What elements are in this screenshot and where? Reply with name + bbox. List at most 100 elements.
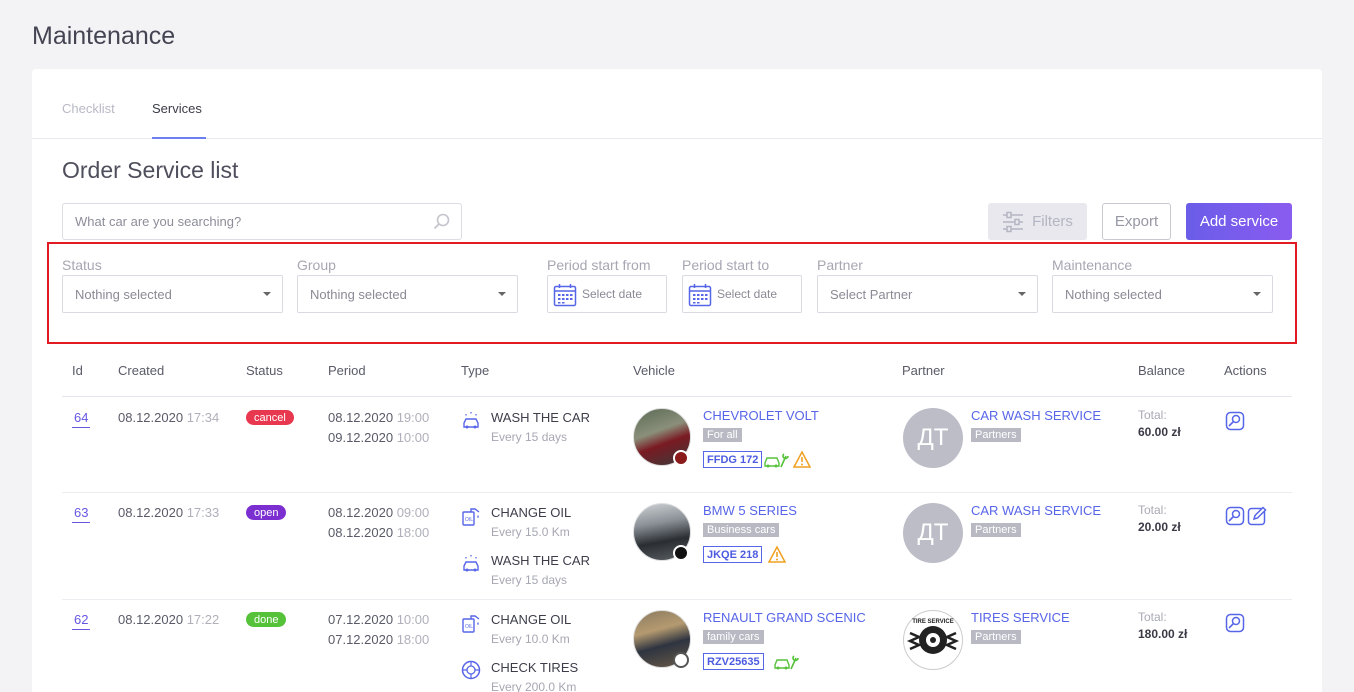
period-from-label: Period start from — [547, 257, 651, 273]
period-from-value: Select date — [582, 287, 643, 301]
oil-change-icon: OIL — [462, 615, 480, 633]
status-filter-select[interactable]: Nothing selected — [62, 275, 283, 313]
search-input[interactable] — [63, 204, 403, 239]
period-start-time: 09:00 — [396, 505, 430, 520]
vehicle-color-dot — [673, 652, 689, 668]
column-header-id[interactable]: Id — [72, 363, 83, 378]
order-id-link[interactable]: 63 — [72, 505, 91, 523]
partner-tag: Partners — [971, 523, 1021, 537]
partner-avatar: ДТ — [903, 408, 963, 468]
column-header-type[interactable]: Type — [461, 363, 489, 378]
main-card: Checklist Services Order Service list Fi… — [32, 69, 1322, 692]
search-box — [62, 203, 462, 240]
row-divider — [62, 599, 1292, 600]
period-start-time: 10:00 — [396, 612, 430, 627]
balance-label: Total: — [1138, 408, 1167, 422]
service-type-title: WASH THE CAR — [491, 410, 590, 425]
tab-checklist[interactable]: Checklist — [62, 101, 115, 116]
table-header-divider — [62, 396, 1292, 397]
group-filter-select[interactable]: Nothing selected — [297, 275, 518, 313]
period-to-label: Period start to — [682, 257, 770, 273]
edit-icon[interactable] — [1247, 506, 1267, 526]
export-button[interactable]: Export — [1102, 203, 1171, 240]
tire-icon — [461, 660, 481, 680]
period-start: 08.12.2020 19:00 — [328, 410, 429, 425]
partner-filter-select[interactable]: Select Partner — [817, 275, 1038, 313]
created-date: 08.12.2020 — [118, 505, 184, 520]
column-header-period[interactable]: Period — [328, 363, 366, 378]
car-wash-icon — [463, 555, 479, 572]
tab-services[interactable]: Services — [152, 101, 202, 116]
section-title: Order Service list — [62, 157, 239, 183]
period-end-time: 18:00 — [396, 632, 430, 647]
period-end-date: 07.12.2020 — [328, 632, 394, 647]
vehicle-name-link[interactable]: BMW 5 SERIES — [703, 503, 797, 518]
vehicle-group-tag: Business cars — [703, 523, 780, 537]
add-service-button[interactable]: Add service — [1186, 203, 1292, 240]
column-header-status[interactable]: Status — [246, 363, 283, 378]
status-badge: done — [246, 612, 287, 627]
period-end: 08.12.2020 18:00 — [328, 525, 429, 540]
partner-name-link[interactable]: CAR WASH SERVICE — [971, 503, 1101, 518]
service-type-interval: Every 15.0 Km — [491, 525, 570, 539]
partner-name-link[interactable]: TIRES SERVICE — [971, 610, 1070, 625]
car-wrench-icon — [774, 655, 799, 670]
created-time: 17:22 — [186, 612, 220, 627]
period-end: 09.12.2020 10:00 — [328, 430, 429, 445]
license-plate: RZV25635 — [703, 653, 764, 670]
period-to-datepicker[interactable]: Select date — [682, 275, 802, 313]
created-cell: 08.12.2020 17:22 — [118, 612, 219, 627]
column-header-vehicle[interactable]: Vehicle — [633, 363, 675, 378]
warning-icon — [793, 451, 811, 468]
period-start: 07.12.2020 10:00 — [328, 612, 429, 627]
column-header-created[interactable]: Created — [118, 363, 164, 378]
view-details-icon[interactable] — [1225, 506, 1245, 526]
service-type-interval: Every 15 days — [491, 573, 568, 587]
period-end-date: 08.12.2020 — [328, 525, 394, 540]
period-from-datepicker[interactable]: Select date — [547, 275, 667, 313]
service-type-title: CHECK TIRES — [491, 660, 579, 675]
balance-value: 60.00 zł — [1138, 425, 1181, 439]
vehicle-name-link[interactable]: CHEVROLET VOLT — [703, 408, 819, 423]
vehicle-group-tag: family cars — [703, 630, 764, 644]
created-date: 08.12.2020 — [118, 410, 184, 425]
partner-logo: TIRE SERVICE — [903, 610, 963, 670]
svg-text:OIL: OIL — [465, 624, 473, 630]
svg-text:OIL: OIL — [465, 517, 473, 523]
caret-down-icon — [1018, 292, 1026, 296]
view-details-icon[interactable] — [1225, 411, 1245, 431]
order-id-link[interactable]: 62 — [72, 612, 91, 630]
period-end-time: 10:00 — [396, 430, 430, 445]
maintenance-filter-select[interactable]: Nothing selected — [1052, 275, 1273, 313]
service-type-title: WASH THE CAR — [491, 553, 590, 568]
vehicle-color-dot — [673, 450, 689, 466]
vehicle-color-dot — [673, 545, 689, 561]
status-badge: cancel — [246, 410, 294, 425]
status-filter-value: Nothing selected — [75, 286, 172, 302]
period-start-date: 08.12.2020 — [328, 410, 394, 425]
caret-down-icon — [498, 292, 506, 296]
maintenance-filter-value: Nothing selected — [1065, 286, 1162, 302]
filters-button[interactable]: Filters — [988, 203, 1087, 240]
search-icon[interactable] — [433, 213, 451, 231]
created-date: 08.12.2020 — [118, 612, 184, 627]
balance-value: 180.00 zł — [1138, 627, 1188, 641]
period-start-time: 19:00 — [396, 410, 430, 425]
column-header-partner[interactable]: Partner — [902, 363, 945, 378]
filters-label: Filters — [1032, 213, 1073, 230]
partner-name-link[interactable]: CAR WASH SERVICE — [971, 408, 1101, 423]
period-start-date: 07.12.2020 — [328, 612, 394, 627]
partner-filter-label: Partner — [817, 257, 863, 273]
created-time: 17:33 — [186, 505, 220, 520]
order-id-link[interactable]: 64 — [72, 410, 91, 428]
caret-down-icon — [263, 292, 271, 296]
row-divider — [62, 492, 1292, 493]
vehicle-group-tag: For all — [703, 428, 742, 442]
created-cell: 08.12.2020 17:34 — [118, 410, 219, 425]
filter-panel: Status Nothing selected Group Nothing se… — [47, 242, 1297, 344]
column-header-balance[interactable]: Balance — [1138, 363, 1185, 378]
service-type-interval: Every 10.0 Km — [491, 632, 570, 646]
vehicle-name-link[interactable]: RENAULT GRAND SCENIC — [703, 610, 866, 625]
view-details-icon[interactable] — [1225, 613, 1245, 633]
status-filter-label: Status — [62, 257, 102, 273]
